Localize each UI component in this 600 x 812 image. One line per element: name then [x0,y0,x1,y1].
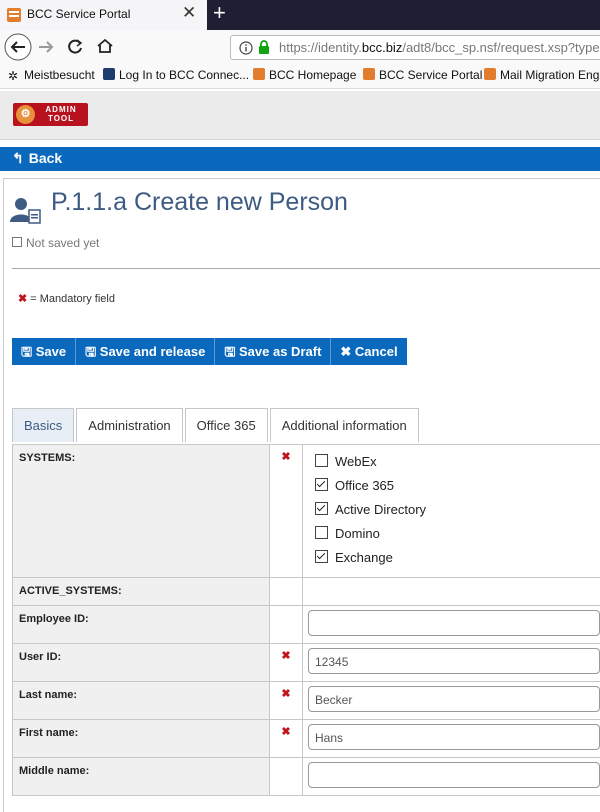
system-option-webex[interactable]: WebEx [315,454,600,478]
favicon-icon [363,68,375,80]
divider [12,268,600,269]
back-button[interactable]: ↰ Back [12,150,62,167]
field-label: Employee ID: [12,605,270,644]
browser-tab[interactable]: BCC Service Portal ✕ [0,0,207,30]
mandatory-x-icon: ✖ [18,293,28,305]
form-row-first-name: First name: ✖ Hans [12,719,600,758]
info-icon[interactable] [239,41,253,55]
system-option-active-directory[interactable]: Active Directory [315,502,600,526]
new-tab-icon[interactable]: + [213,0,226,26]
checkbox[interactable] [315,502,328,515]
browser-tab-strip: BCC Service Portal ✕ + [0,0,600,30]
checkbox[interactable] [315,526,328,539]
system-option-exchange[interactable]: Exchange [315,550,600,574]
bookmark-bcc-homepage[interactable]: BCC Homepage [253,68,356,82]
mandatory-legend: ✖ = Mandatory field [18,293,115,305]
employee-id-input[interactable] [308,610,600,636]
reply-arrow-icon: ↰ [12,150,24,166]
tab-administration[interactable]: Administration [76,408,183,442]
url-text[interactable]: https://identity.bcc.biz/adt8/bcc_sp.nsf… [279,40,600,55]
save-button[interactable]: 🖫 Save [12,338,77,365]
tab-basics[interactable]: Basics [12,408,75,442]
page-title: P.1.1.a Create new Person [51,188,348,216]
floppy-icon: 🖫 [21,344,36,359]
favicon-icon [253,68,265,80]
system-option-office-365[interactable]: Office 365 [315,478,600,502]
last-name-input[interactable]: Becker [308,686,600,712]
field-label: ACTIVE_SYSTEMS: [12,577,270,606]
tab-office-365[interactable]: Office 365 [184,408,268,442]
checkbox[interactable] [315,550,328,563]
gear-icon: ✲ [8,69,19,83]
form-row-employee-id: Employee ID: [12,605,600,644]
logo-text: ADMIN TOOL [45,105,77,123]
forward-arrow-icon[interactable] [37,39,55,55]
favicon-icon [7,8,21,22]
cancel-button[interactable]: ✖ Cancel [331,338,406,365]
system-option-domino[interactable]: Domino [315,526,600,550]
checkbox[interactable] [315,454,328,467]
floppy-icon: 🖫 [85,344,100,359]
person-icon [10,198,41,224]
address-bar[interactable]: https://identity.bcc.biz/adt8/bcc_sp.nsf… [230,35,600,60]
bookmark-bcc-service-portal[interactable]: BCC Service Portal [363,68,482,82]
checkbox[interactable] [315,478,328,491]
field-label: User ID: [12,643,270,682]
mandatory-x-icon: ✖ [269,643,303,682]
field-label: Middle name: [12,757,270,796]
systems-checkbox-group: WebEx Office 365 Active Directory Domino… [302,444,600,578]
mandatory-x-icon: ✖ [269,444,303,578]
close-icon: ✖ [340,344,355,359]
admin-tool-logo[interactable]: ⚙ ADMIN TOOL [13,103,88,126]
app-header [0,91,600,140]
mandatory-x-icon: ✖ [269,681,303,720]
person-form: SYSTEMS: ✖ WebEx Office 365 Active Direc… [12,444,600,796]
back-bar: ↰ Back [0,147,600,171]
mandatory-x-icon: ✖ [269,719,303,758]
middle-name-input[interactable] [308,762,600,788]
bookmark-bcc-connections[interactable]: Log In to BCC Connec... [103,68,249,82]
save-and-release-button[interactable]: 🖫 Save and release [76,338,216,365]
form-tabs: Basics Administration Office 365 Additio… [12,408,421,442]
floppy-icon: 🖫 [224,344,240,359]
connections-icon [103,68,115,80]
save-as-draft-button[interactable]: 🖫 Save as Draft [215,338,332,365]
form-row-middle-name: Middle name: [12,757,600,796]
lock-icon [259,40,269,54]
form-row-active-systems: ACTIVE_SYSTEMS: [12,577,600,606]
bookmark-mail-migration[interactable]: Mail Migration Engi [484,68,600,82]
user-id-input[interactable]: 12345 [308,648,600,674]
reload-icon[interactable] [66,38,84,56]
tab-additional-information[interactable]: Additional information [269,408,419,442]
tab-title: BCC Service Portal [27,7,131,21]
first-name-input[interactable]: Hans [308,724,600,750]
field-label: SYSTEMS: [12,444,270,578]
close-tab-icon[interactable]: ✕ [182,3,196,23]
gear-icon: ⚙ [16,105,35,124]
field-label: First name: [12,719,270,758]
bookmarks-bar: ✲ Meistbesucht Log In to BCC Connec... BC… [0,64,600,89]
form-row-user-id: User ID: ✖ 12345 [12,643,600,682]
back-arrow-icon[interactable] [3,32,33,62]
favicon-icon [484,68,496,80]
status-checkbox-icon [12,237,22,247]
field-label: Last name: [12,681,270,720]
bookmark-meistbesucht[interactable]: ✲ Meistbesucht [8,68,95,82]
home-icon[interactable] [96,37,114,55]
form-row-last-name: Last name: ✖ Becker [12,681,600,720]
form-row-systems: SYSTEMS: ✖ WebEx Office 365 Active Direc… [12,444,600,578]
action-toolbar: 🖫 Save 🖫 Save and release 🖫 Save as Draf… [12,338,407,365]
save-status: Not saved yet [12,236,99,250]
